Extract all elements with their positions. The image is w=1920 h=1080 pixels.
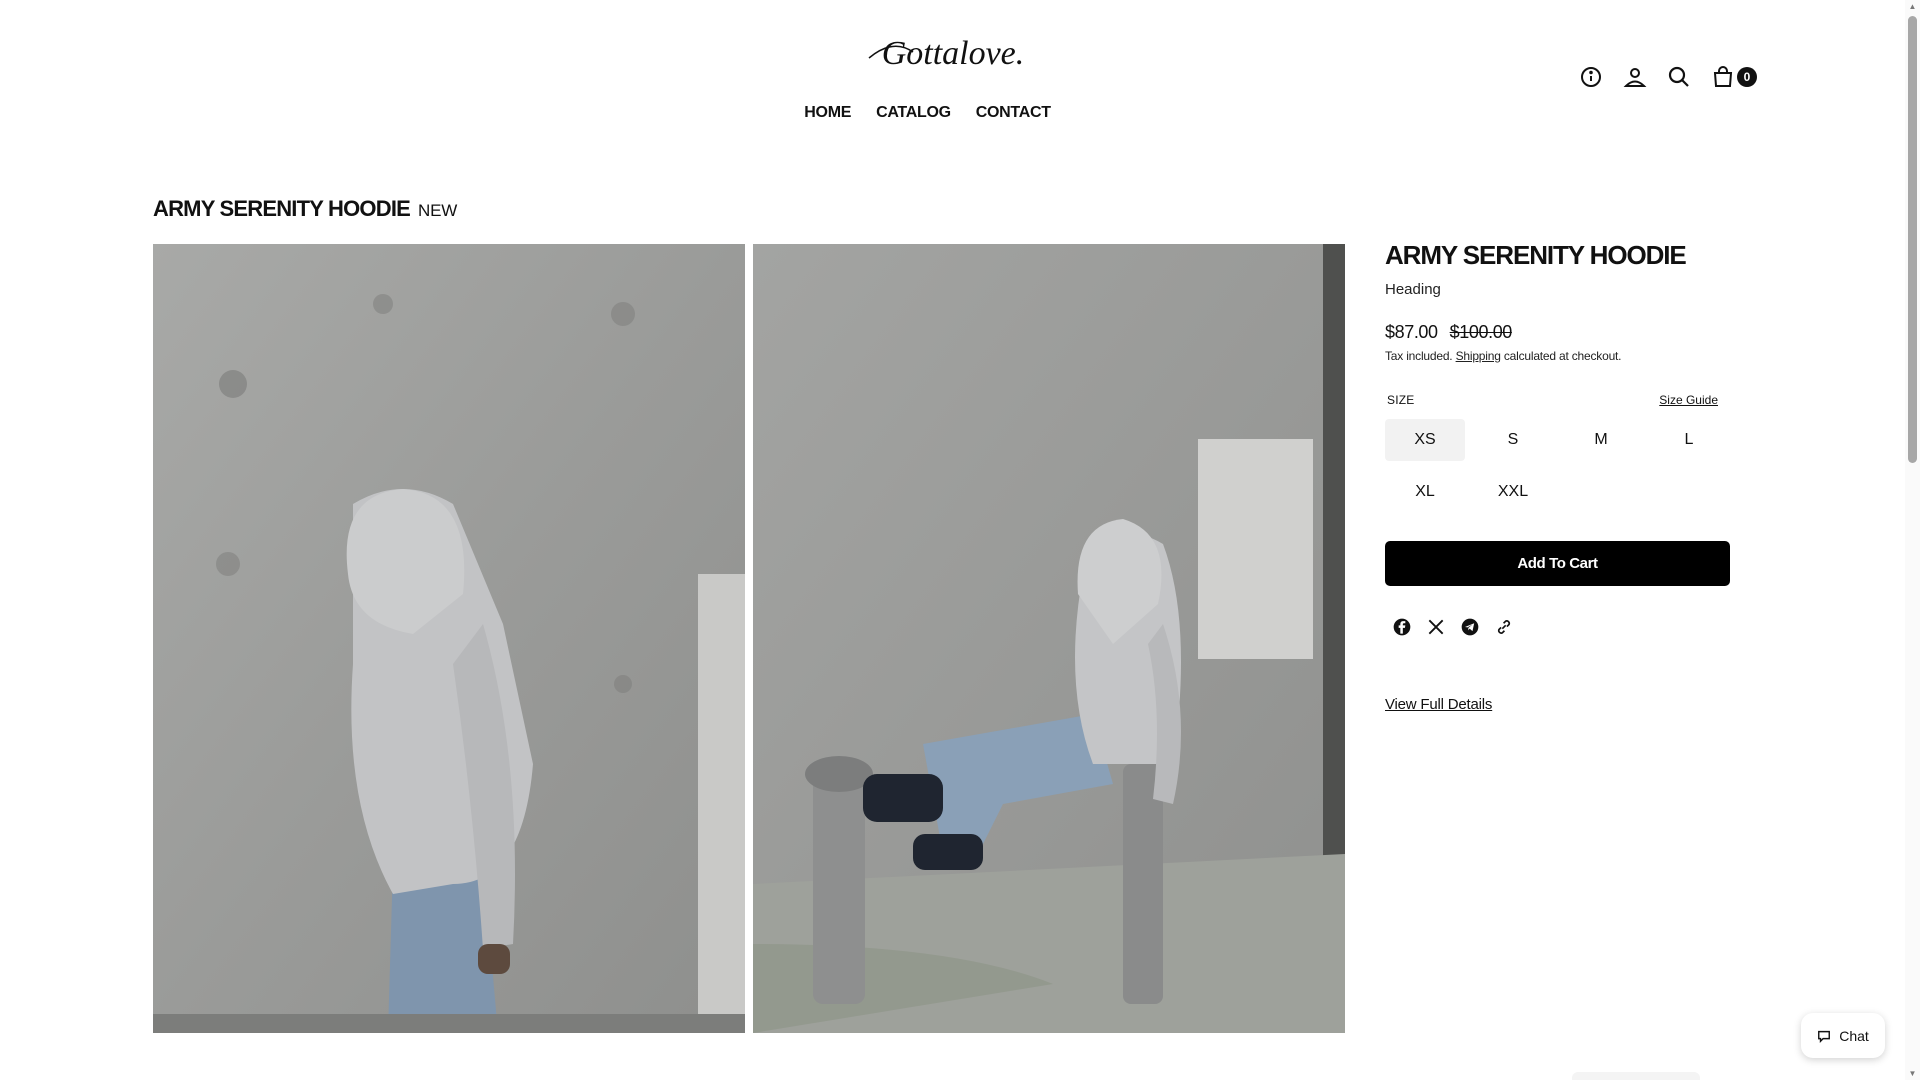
scroll-thumb[interactable] <box>1908 16 1917 463</box>
x-icon[interactable] <box>1425 616 1447 638</box>
view-full-details-link[interactable]: View Full Details <box>1385 696 1492 713</box>
tax-note: Tax included. Shipping calculated at che… <box>1385 349 1730 363</box>
header-actions: 0 <box>1578 64 1757 90</box>
size-option-s[interactable]: S <box>1473 419 1553 461</box>
product-title: ARMY SERENITY HOODIE <box>1385 240 1687 270</box>
size-option-xl[interactable]: XL <box>1385 471 1465 513</box>
price-block: $87.00 $100.00 <box>1385 322 1730 343</box>
product-subtitle: Heading <box>1385 281 1441 298</box>
nav-catalog[interactable]: CATALOG <box>876 104 951 122</box>
svg-text:Gottalove.: Gottalove. <box>882 35 1025 72</box>
scroll-down-arrow-icon[interactable]: ▼ <box>1908 1069 1917 1078</box>
photo-standing-model <box>153 244 745 1033</box>
bottom-element-edge <box>1572 1072 1700 1080</box>
link-icon[interactable] <box>1493 616 1515 638</box>
sale-price: $87.00 <box>1385 322 1438 342</box>
photo-sitting-model <box>753 244 1345 1033</box>
main-nav: HOME CATALOG CONTACT <box>0 104 1905 122</box>
chat-label: Chat <box>1839 1027 1869 1044</box>
page-title-text: ARMY SERENITY HOODIE <box>153 196 411 221</box>
product-photo-2[interactable] <box>753 244 1345 1033</box>
account-icon[interactable] <box>1622 64 1648 90</box>
size-option-l[interactable]: L <box>1649 419 1729 461</box>
page-scrollbar[interactable]: ▲ ▼ <box>1905 0 1920 1080</box>
shipping-link[interactable]: Shipping <box>1456 349 1501 363</box>
nav-home[interactable]: HOME <box>804 104 851 122</box>
cart-icon[interactable]: 0 <box>1710 64 1757 90</box>
tax-note-text: Tax included. <box>1385 349 1453 363</box>
search-icon[interactable] <box>1666 64 1692 90</box>
product-info-panel: ARMY SERENITY HOODIE Heading $87.00 $100… <box>1385 240 1730 714</box>
new-badge: NEW <box>418 201 458 220</box>
size-option-m[interactable]: M <box>1561 419 1641 461</box>
brand-logo[interactable]: Gottalove. <box>863 28 1043 80</box>
info-icon[interactable] <box>1578 64 1604 90</box>
chat-button[interactable]: Chat <box>1801 1013 1885 1058</box>
scroll-up-arrow-icon[interactable]: ▲ <box>1908 2 1917 11</box>
compare-price: $100.00 <box>1449 322 1513 342</box>
size-header: SIZE Size Guide <box>1385 393 1723 407</box>
logo-wordmark: Gottalove. <box>868 35 1025 72</box>
telegram-icon[interactable] <box>1459 616 1481 638</box>
size-option-xxl[interactable]: XXL <box>1473 471 1553 513</box>
size-options: XS S M L XL XXL <box>1385 419 1730 513</box>
chat-bubble-icon <box>1818 1030 1831 1043</box>
facebook-icon[interactable] <box>1391 616 1413 638</box>
size-label: SIZE <box>1387 393 1415 407</box>
nav-contact[interactable]: CONTACT <box>976 104 1051 122</box>
size-option-xs[interactable]: XS <box>1385 419 1465 461</box>
tax-note-text-end: calculated at checkout. <box>1503 349 1622 363</box>
page-title: ARMY SERENITY HOODIE NEW <box>153 196 457 222</box>
cart-count-badge: 0 <box>1737 67 1757 87</box>
share-buttons <box>1385 616 1730 638</box>
size-guide-link[interactable]: Size Guide <box>1659 393 1718 407</box>
product-photo-1[interactable] <box>153 244 745 1033</box>
add-to-cart-button[interactable]: Add To Cart <box>1385 541 1730 586</box>
